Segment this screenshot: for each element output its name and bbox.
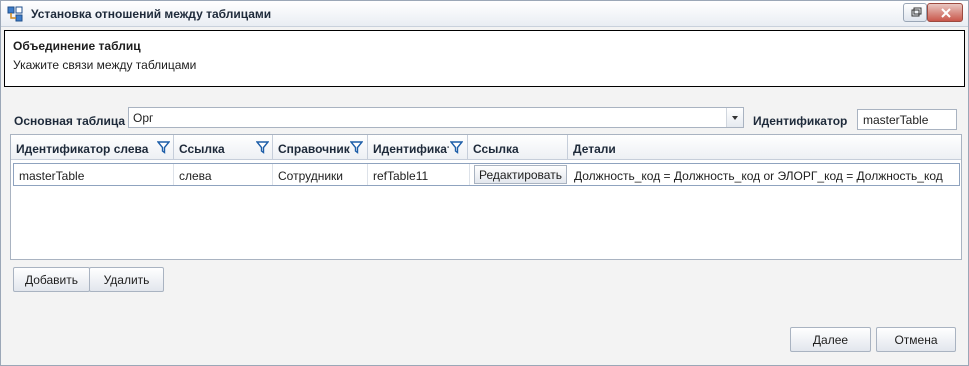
cell-identifier[interactable]: refTable11 — [368, 164, 470, 185]
table-relations-icon — [7, 6, 23, 22]
column-header-reference[interactable]: Справочник — [273, 135, 368, 160]
filter-icon[interactable] — [256, 141, 269, 154]
add-button[interactable]: Добавить — [13, 267, 90, 292]
title-bar: Установка отношений между таблицами — [1, 1, 968, 27]
close-icon — [941, 8, 951, 18]
cell-link[interactable]: слева — [174, 164, 273, 185]
identifier-label: Идентификатор — [753, 114, 848, 128]
filter-icon[interactable] — [350, 141, 363, 154]
filter-icon[interactable] — [450, 141, 463, 154]
delete-button[interactable]: Удалить — [89, 267, 164, 292]
main-table-label: Основная таблица — [14, 114, 126, 128]
column-header-label: Ссылка — [473, 142, 519, 156]
header-panel: Объединение таблиц Укажите связи между т… — [4, 30, 965, 87]
cell-reference[interactable]: Сотрудники — [273, 164, 368, 185]
cell-details[interactable]: Должность_код = Должность_код or ЭЛОРГ_к… — [569, 164, 959, 185]
filter-icon[interactable] — [157, 141, 170, 154]
column-header-label: Идентификатор — [373, 142, 449, 156]
restore-button[interactable] — [903, 3, 927, 22]
header-subtitle: Укажите связи между таблицами — [13, 58, 197, 72]
column-header-link-edit[interactable]: Ссылка — [468, 135, 568, 160]
column-header-label: Идентификатор слева — [16, 142, 149, 156]
column-header-left-id[interactable]: Идентификатор слева — [11, 135, 174, 160]
column-header-identifier[interactable]: Идентификатор — [368, 135, 468, 160]
cancel-button[interactable]: Отмена — [876, 327, 956, 352]
identifier-input[interactable] — [857, 109, 957, 130]
grid-header: Идентификатор слева Ссылка Справочник Ид… — [11, 135, 961, 160]
next-button[interactable]: Далее — [790, 327, 871, 352]
column-header-label: Справочник — [278, 142, 350, 156]
close-button[interactable] — [927, 3, 963, 22]
window-title: Установка отношений между таблицами — [31, 7, 272, 21]
column-header-details[interactable]: Детали — [568, 135, 961, 160]
column-header-label: Ссылка — [179, 142, 225, 156]
cell-left-id[interactable]: masterTable — [14, 164, 174, 185]
restore-icon — [911, 7, 922, 17]
relations-grid: Идентификатор слева Ссылка Справочник Ид… — [10, 134, 962, 260]
header-title: Объединение таблиц — [13, 39, 141, 53]
main-table-dropdown[interactable]: Орг — [128, 107, 744, 128]
chevron-down-icon[interactable] — [726, 108, 743, 127]
column-header-link[interactable]: Ссылка — [174, 135, 273, 160]
column-header-label: Детали — [573, 142, 616, 156]
edit-button[interactable]: Редактировать — [474, 165, 567, 184]
main-table-value: Орг — [133, 111, 154, 125]
table-row[interactable]: masterTable слева Сотрудники refTable11 … — [13, 163, 960, 186]
dialog-window: Установка отношений между таблицами Объе… — [0, 0, 969, 366]
